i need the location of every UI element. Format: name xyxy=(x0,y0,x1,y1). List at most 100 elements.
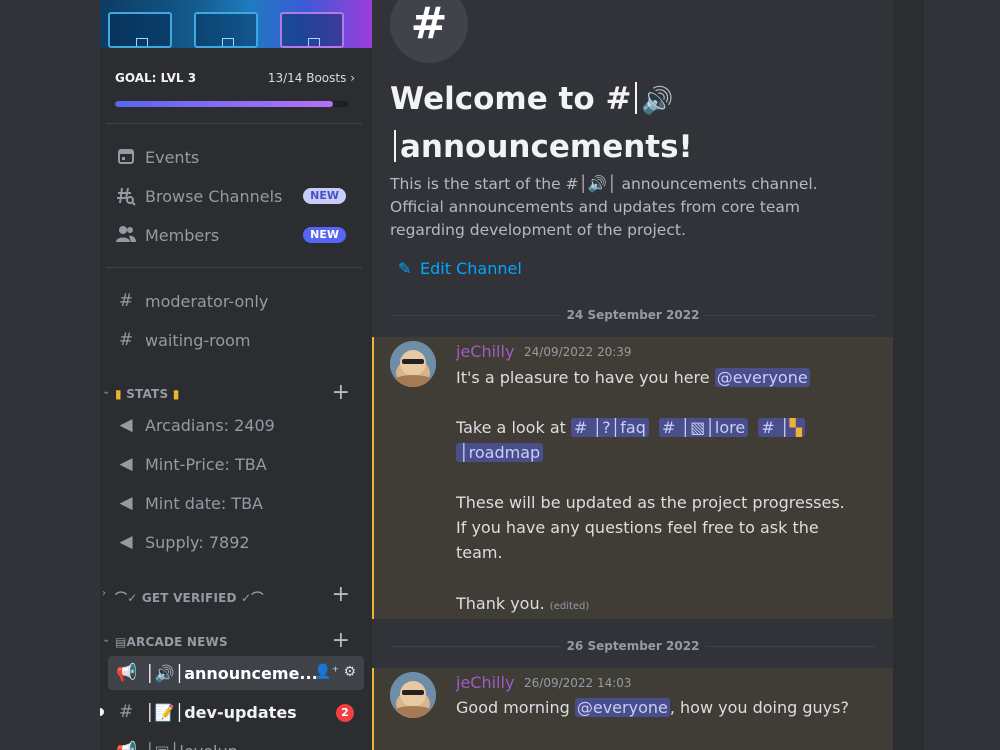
channel-label: Supply: 7892 xyxy=(145,533,250,552)
nav-browse-channels-label: Browse Channels xyxy=(145,187,283,206)
boost-goal[interactable]: GOAL: LVL 3 13/14 Boosts › xyxy=(115,70,355,88)
locked-voice-icon: ◀ xyxy=(119,532,133,552)
new-badge: NEW xyxy=(303,227,346,243)
chart-emoji-icon: ▮ xyxy=(172,387,180,401)
channel-link-roadmap[interactable]: │roadmap xyxy=(456,443,544,462)
message-timestamp: 24/09/2022 20:39 xyxy=(524,345,632,359)
category-arcade-news[interactable]: ⌄ ▤ARCADE NEWS + xyxy=(100,628,362,653)
channel-tools: 👤⁺ ⚙ xyxy=(314,664,356,680)
nav-members[interactable]: Members NEW xyxy=(108,218,364,252)
message-author[interactable]: jeChilly xyxy=(456,673,514,692)
gear-icon[interactable]: ⚙ xyxy=(343,664,356,680)
question-icon: ? xyxy=(602,418,611,437)
swoosh-icon: ⌒ xyxy=(251,591,264,605)
chevron-down-icon: ⌄ xyxy=(102,386,111,397)
channel-moderator-only[interactable]: # moderator-only xyxy=(108,284,364,318)
channel-hash-icon: # xyxy=(390,0,468,63)
channel-label: │📝│dev-updates xyxy=(145,703,297,722)
message-line: If you have any questions feel free to a… xyxy=(456,518,819,537)
mention-everyone[interactable]: @everyone xyxy=(574,698,670,717)
message-line: It's a pleasure to have you here @everyo… xyxy=(456,368,810,387)
message-line: These will be updated as the project pro… xyxy=(456,493,845,512)
channel-stat[interactable]: ◀ Mint-Price: TBA xyxy=(108,447,364,481)
boost-progress-bar xyxy=(115,101,349,107)
category-label: ▮ STATS ▮ xyxy=(115,387,180,401)
server-banner xyxy=(100,0,372,48)
channel-announcements[interactable]: 📢 │🔊│announceme... 👤⁺ ⚙ xyxy=(108,656,364,690)
browse-channels-icon xyxy=(116,186,136,206)
boost-count: 13/14 Boosts › xyxy=(267,71,355,85)
message-line: Take a look at # │?│faq # │▧│lore # │▚ xyxy=(456,415,805,440)
divider xyxy=(106,123,362,124)
category-get-verified[interactable]: › ⌒✓ GET VERIFIED ✓⌒ + xyxy=(100,582,362,607)
message-timestamp: 26/09/2022 14:03 xyxy=(524,676,632,690)
channel-dev-updates[interactable]: # │📝│dev-updates 2 xyxy=(100,695,364,729)
memo-icon: 📝 xyxy=(154,703,175,722)
divider xyxy=(106,267,362,268)
chat-area: # Welcome to # 🔊 announcements! This is t… xyxy=(372,0,893,750)
category-label: ▤ARCADE NEWS xyxy=(115,635,228,649)
speaker-icon: 🔊 xyxy=(641,86,674,116)
locked-hash-icon: # xyxy=(118,702,134,722)
window-right-margin xyxy=(924,0,1000,750)
calendar-icon xyxy=(116,147,136,167)
channel-intro: This is the start of the #│🔊│ announceme… xyxy=(390,175,818,239)
nav-events[interactable]: Events xyxy=(108,140,364,174)
check-icon: ✓ xyxy=(127,591,138,605)
message-author[interactable]: jeChilly xyxy=(456,342,514,361)
message-line: team. xyxy=(456,543,503,562)
message[interactable]: jeChilly 24/09/2022 20:39 It's a pleasur… xyxy=(372,337,893,619)
channel-label: │▣│levelup xyxy=(145,742,238,750)
channel-label: Arcadians: 2409 xyxy=(145,416,275,435)
mention-count-badge: 2 xyxy=(336,704,354,722)
add-channel-icon[interactable]: + xyxy=(332,380,350,405)
channel-label: Mint-Price: TBA xyxy=(145,455,267,474)
speaker-icon: 🔊 xyxy=(587,175,608,193)
add-channel-icon[interactable]: + xyxy=(332,582,350,607)
channel-link-faq[interactable]: # │?│faq xyxy=(570,418,649,437)
channel-label: Mint date: TBA xyxy=(145,494,263,513)
message[interactable]: jeChilly 26/09/2022 14:03 Good morning @… xyxy=(372,668,893,750)
member-list-edge xyxy=(893,0,924,750)
message-line: Good morning @everyone, how you doing gu… xyxy=(456,698,849,717)
boost-goal-title: GOAL: LVL 3 xyxy=(115,71,197,85)
mention-everyone[interactable]: @everyone xyxy=(714,368,810,387)
category-label: ⌒✓ GET VERIFIED ✓⌒ xyxy=(115,591,264,605)
construction-icon: ▚ xyxy=(789,418,802,437)
unread-indicator xyxy=(100,708,104,716)
speaker-icon: 🔊 xyxy=(154,664,175,683)
channel-levelup[interactable]: 📢 │▣│levelup xyxy=(108,734,364,750)
channel-label: moderator-only xyxy=(145,292,269,311)
swoosh-icon: ⌒ xyxy=(115,591,128,605)
channel-stat[interactable]: ◀ Mint date: TBA xyxy=(108,486,364,520)
date-divider: 24 September 2022 xyxy=(390,308,876,322)
chevron-right-icon: › xyxy=(350,71,355,85)
locked-hash-icon: # xyxy=(118,330,134,350)
channel-stat[interactable]: ◀ Arcadians: 2409 xyxy=(108,408,364,442)
message-line: Thank you. (edited) xyxy=(456,594,590,613)
channel-link-roadmap-start[interactable]: # │▚ xyxy=(758,418,805,437)
avatar[interactable] xyxy=(390,341,436,387)
channel-link-lore[interactable]: # │▧│lore xyxy=(659,418,749,437)
channel-label: waiting-room xyxy=(145,331,251,350)
channel-waiting-room[interactable]: # waiting-room xyxy=(108,323,364,357)
edit-channel-button[interactable]: ✎ Edit Channel xyxy=(398,259,522,278)
chart-emoji-icon: ▮ xyxy=(115,387,122,401)
avatar[interactable] xyxy=(390,672,436,718)
locked-hash-icon: # xyxy=(118,291,134,311)
invite-icon[interactable]: 👤⁺ xyxy=(314,664,339,680)
channel-stat[interactable]: ◀ Supply: 7892 xyxy=(108,525,364,559)
message-line: │roadmap xyxy=(456,440,544,465)
date-divider: 26 September 2022 xyxy=(390,639,876,653)
members-icon xyxy=(116,225,136,245)
add-channel-icon[interactable]: + xyxy=(332,628,350,653)
newspaper-icon: ▤ xyxy=(115,635,127,649)
locked-voice-icon: ◀ xyxy=(119,454,133,474)
scroll-icon: ▧ xyxy=(690,418,706,437)
edited-label: (edited) xyxy=(549,601,590,612)
check-icon: ✓ xyxy=(241,591,252,605)
nav-browse-channels[interactable]: Browse Channels NEW xyxy=(108,179,364,213)
channel-sidebar: GOAL: LVL 3 13/14 Boosts › Events Browse… xyxy=(100,0,372,750)
category-stats[interactable]: ⌄ ▮ STATS ▮ + xyxy=(100,380,362,405)
window-left-margin xyxy=(0,0,100,750)
